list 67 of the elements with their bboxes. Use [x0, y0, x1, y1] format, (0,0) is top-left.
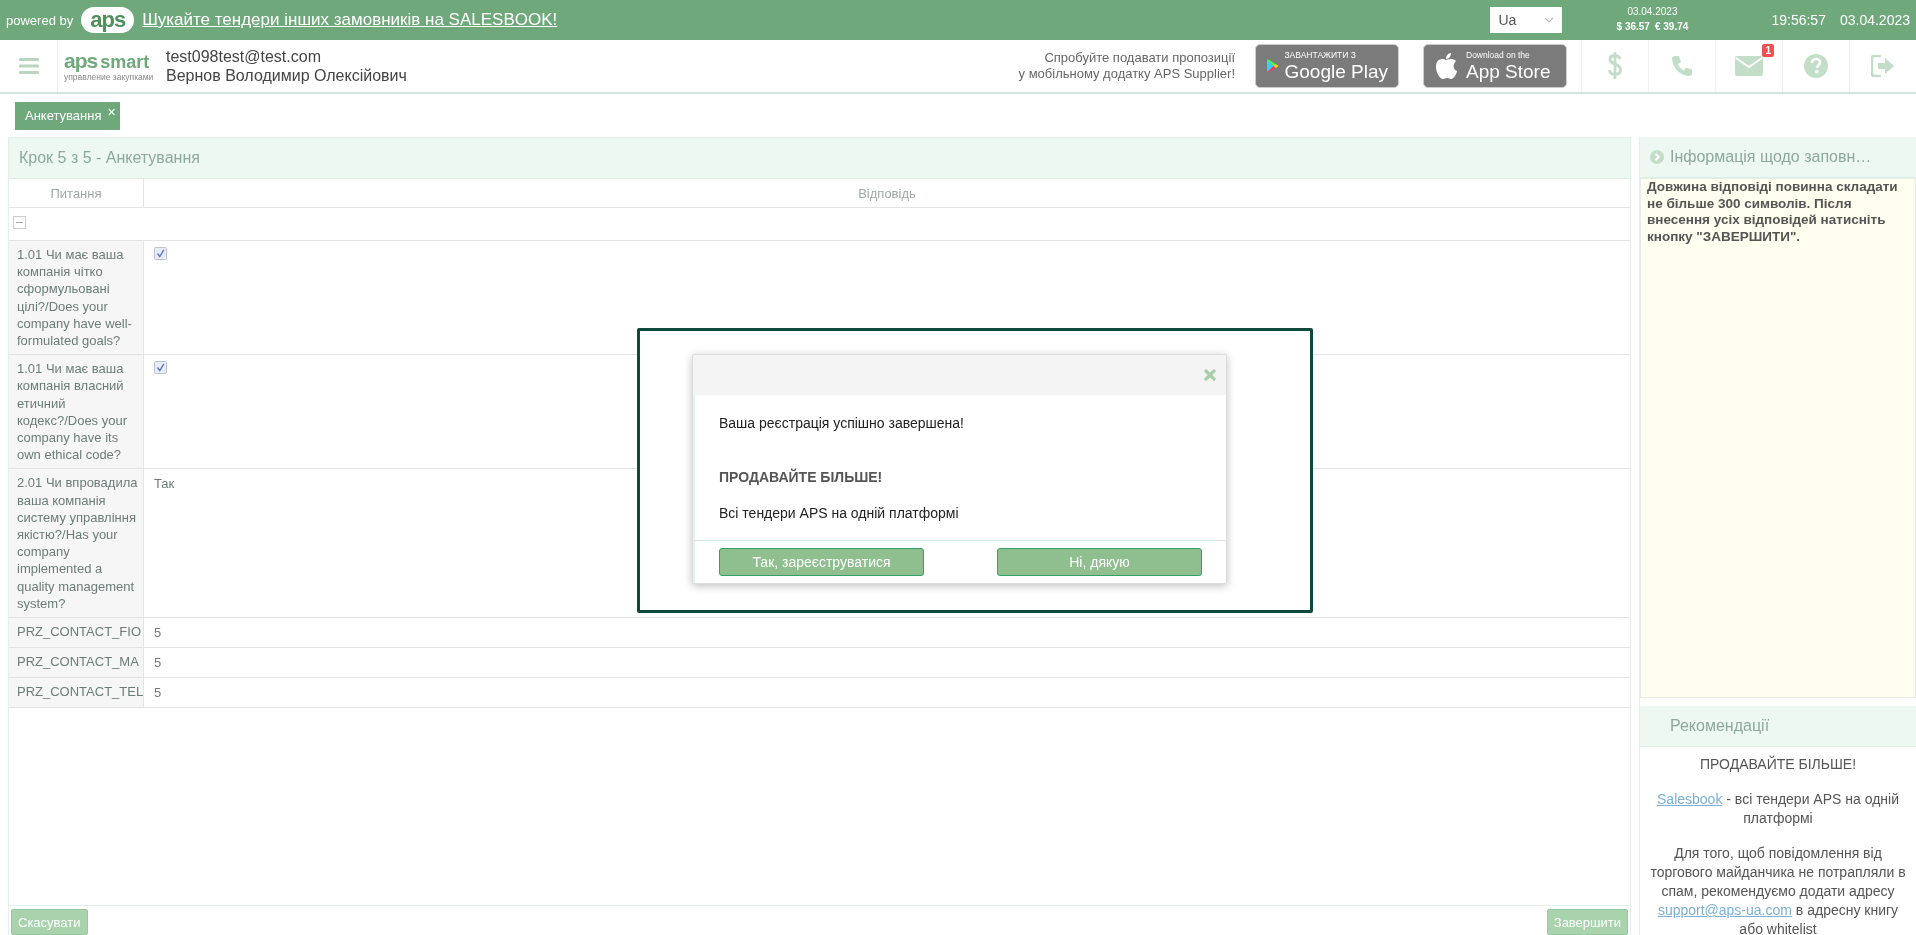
tab[interactable]: Анкетування × [15, 101, 120, 130]
app-store-badge[interactable]: Download on the App Store [1423, 44, 1567, 88]
recommendation-text: Для того, щоб повідомлення від торгового майданчика не потрапляли в спам, рекомендуємо додати адресу support@aps-ua.com в адресну книгу або whitelist [1649, 844, 1907, 935]
decline-button[interactable]: Ні, дякую [997, 548, 1202, 576]
badge-caption: Download on the [1466, 49, 1531, 61]
aps-logo: aps [81, 7, 135, 33]
question-text: 1.01 Чи має ваша компанія власний етичний кодекс?/Does your company have its own ethical code? [17, 360, 129, 464]
dollar-icon [1606, 51, 1624, 81]
badge-caption: ЗАВАНТАЖИТИ З [1284, 49, 1357, 61]
question-text: 2.01 Чи впровадила ваша компанія систему управління якістю?/Has your company implemented a quality management system? [17, 474, 139, 613]
answer-text: 5 [154, 685, 162, 701]
chevron-down-icon [1544, 17, 1555, 23]
column-header: Відповідь [858, 185, 916, 201]
clock-time: 19:56:57 [1771, 12, 1826, 28]
notification-count: 1 [1762, 44, 1774, 57]
checkbox[interactable] [154, 247, 167, 260]
logout-icon [1871, 55, 1895, 77]
close-icon[interactable] [1204, 369, 1216, 381]
question-text: PRZ_CONTACT_MA [17, 653, 140, 671]
rates-date: 03.04.2023 [1627, 5, 1678, 19]
menu-icon [18, 58, 39, 74]
user-email: test098test@test.com [166, 47, 322, 66]
eur-rate: € 39.74 [1654, 20, 1689, 34]
recommendation-text: Salesbook - всі тендери APS на одній платформі [1656, 790, 1900, 828]
recommendation-text: ПРОДАВАЙТЕ БІЛЬШЕ! [1698, 755, 1858, 774]
answer-text: Так [154, 476, 175, 492]
panel-title: Рекомендації [1670, 717, 1770, 735]
promo-text: у мобільному додатку APS Supplier! [1018, 66, 1235, 82]
register-button[interactable]: Так, зареєструватися [719, 548, 924, 576]
mail-button[interactable]: 1 [1715, 40, 1782, 92]
question-text: PRZ_CONTACT_FIO [17, 623, 141, 641]
salesbook-link[interactable]: Шукайте тендери інших замовників на SALESBOOK! [142, 10, 558, 30]
text-link[interactable]: Salesbook [1657, 791, 1723, 807]
dialog-message: Ваша реєстрація успішно завершена! [719, 415, 965, 431]
powered-by-label: powered by [6, 12, 74, 28]
language-select[interactable]: Ua [1490, 7, 1563, 33]
answer-text: 5 [154, 655, 162, 671]
logo-text: smart [100, 51, 150, 72]
finish-button[interactable]: Завершити [1546, 909, 1628, 935]
dialog-headline: ПРОДАВАЙТЕ БІЛЬШЕ! [719, 469, 884, 485]
apple-icon [1434, 52, 1460, 80]
usd-rate: $ 36.57 [1616, 20, 1650, 34]
collapse-icon[interactable] [13, 216, 26, 229]
info-text: Довжина відповіді повинна складати не більше 300 символів. Після внесення усіх відповідей натисніть кнопку "ЗАВЕРШИТИ". [1647, 179, 1899, 245]
promo-text: Спробуйте подавати пропозиції [1044, 50, 1235, 66]
panel-title: Крок 5 з 5 - Анкетування [19, 149, 200, 167]
badge-title: Google Play [1284, 60, 1388, 83]
help-icon [1804, 54, 1828, 78]
aps-logo: aps [64, 50, 98, 71]
checkbox[interactable] [154, 361, 167, 375]
user-name: Вернов Володимир Олексійович [166, 66, 407, 85]
question-text: 1.01 Чи має ваша компанія чітко сформульовані цілі?/Does your company have well-formulated goals? [17, 246, 133, 350]
column-header: Питання [50, 185, 102, 201]
google-play-badge[interactable]: ЗАВАНТАЖИТИ З Google Play [1255, 44, 1399, 88]
answer-text: 5 [154, 625, 162, 641]
phone-icon [1671, 55, 1693, 77]
text-link[interactable]: support@aps-ua.com [1657, 902, 1792, 918]
cancel-button[interactable]: Скасувати [11, 909, 88, 935]
chevron-circle-icon[interactable] [1650, 150, 1664, 164]
question-text: PRZ_CONTACT_TEL [17, 683, 141, 701]
logo-subtitle: управление закупками [64, 71, 155, 82]
dialog-text: Всі тендери APS на одній платформі [719, 505, 960, 521]
badge-title: App Store [1466, 60, 1551, 83]
clock-date: 03.04.2023 [1839, 12, 1910, 28]
mail-icon [1735, 56, 1763, 76]
tab-close-button[interactable]: × [107, 105, 116, 118]
panel-title: Інформація щодо заповн… [1670, 148, 1872, 166]
